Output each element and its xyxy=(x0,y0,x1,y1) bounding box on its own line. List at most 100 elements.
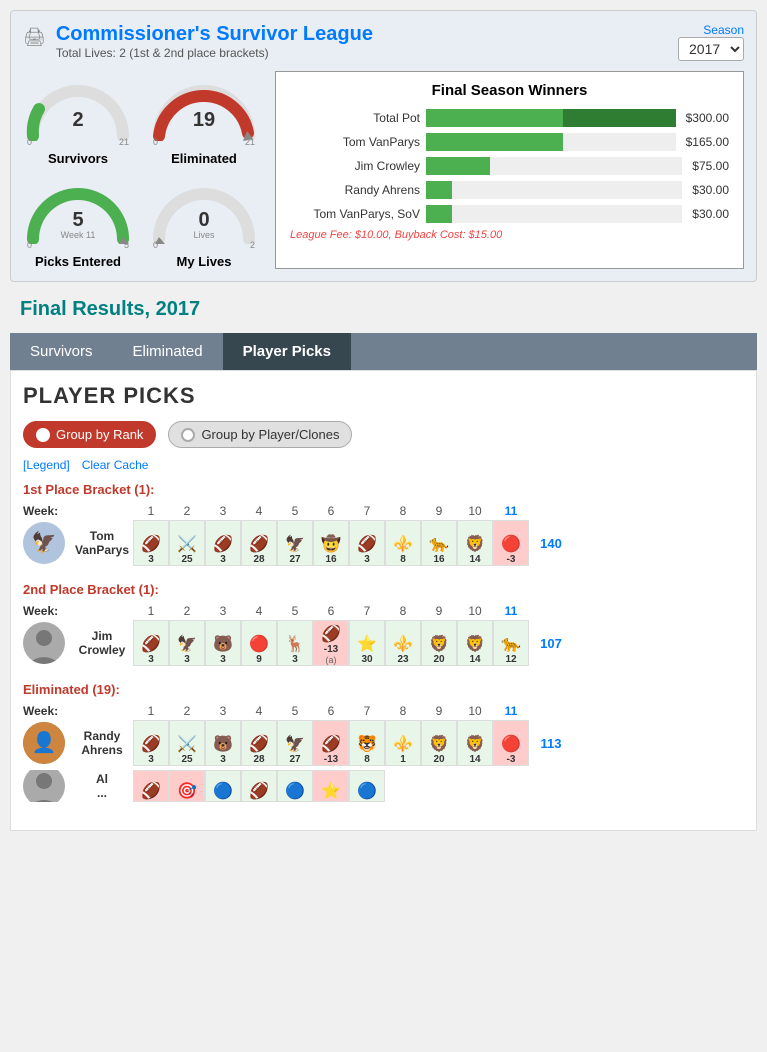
final-results-title: Final Results, 2017 xyxy=(20,298,757,321)
svg-text:5: 5 xyxy=(72,209,83,231)
toggle-group-player[interactable]: Group by Player/Clones xyxy=(168,421,352,448)
pick-al-w7: 🔵 xyxy=(349,770,385,802)
legend-link[interactable]: [Legend] xyxy=(23,458,70,472)
wk4: 4 xyxy=(241,504,277,518)
pick-tom-w3: 🏈 3 xyxy=(205,520,241,566)
gauges-section: 2 0 21 Survivors xyxy=(23,71,259,269)
pick-randy-w2: ⚔️ 25 xyxy=(169,720,205,766)
pick-jim-w9: 🦁 20 xyxy=(421,620,457,666)
chart-label-jim: Jim Crowley xyxy=(290,159,420,173)
toggle-player-label: Group by Player/Clones xyxy=(201,427,339,442)
jim-name: JimCrowley xyxy=(71,629,133,658)
chart-row-tom: Tom VanParys $165.00 xyxy=(290,133,729,151)
dashboard-header: 🖨 Commissioner's Survivor League Total L… xyxy=(23,23,744,61)
bracket-1st-title[interactable]: 1st Place Bracket (1): xyxy=(23,482,744,497)
picks-label: Picks Entered xyxy=(23,254,133,269)
pick-randy-w10: 🦁 14 xyxy=(457,720,493,766)
pick-tom-w1: 🏈 3 xyxy=(133,520,169,566)
pick-tom-w6: 🤠 16 xyxy=(313,520,349,566)
chart-row-randy: Randy Ahrens $30.00 xyxy=(290,181,729,199)
clear-cache-link[interactable]: Clear Cache xyxy=(82,458,149,472)
player-spacer-3: Week: xyxy=(23,703,133,718)
jim-total: 107 xyxy=(529,636,569,651)
bracket-eliminated-title[interactable]: Eliminated (19): xyxy=(23,682,744,697)
chart-value-tom-sov: $30.00 xyxy=(692,207,729,221)
pick-tom-w2: ⚔️ 25 xyxy=(169,520,205,566)
picks-title: PLAYER PICKS xyxy=(23,383,744,409)
tom-avatar: 🦅 xyxy=(23,522,65,564)
tab-player-picks[interactable]: Player Picks xyxy=(223,333,351,370)
lives-gauge: 0 Lives 0 2 My Lives xyxy=(149,174,259,269)
pick-tom-w4: 🏈 28 xyxy=(241,520,277,566)
picks-section: PLAYER PICKS Group by Rank Group by Play… xyxy=(10,370,757,831)
randy-avatar: 👤 xyxy=(23,722,65,764)
randy-picks: 🏈 3 ⚔️ 25 🐻 3 🏈 28 xyxy=(133,720,529,766)
chart-label-tom: Tom VanParys xyxy=(290,135,420,149)
svg-text:19: 19 xyxy=(193,109,215,131)
pick-al-w4: 🏈 xyxy=(241,770,277,802)
chart-value-jim: $75.00 xyxy=(692,159,729,173)
pick-randy-w5: 🦅 27 xyxy=(277,720,313,766)
player-row-al: Al... 🏈 🎯 🔵 🏈 🔵 xyxy=(23,770,744,802)
pick-jim-w5: 🦌 3 xyxy=(277,620,313,666)
randy-name: RandyAhrens xyxy=(71,729,133,758)
chart-value-tom: $165.00 xyxy=(686,135,729,149)
pick-jim-w8: ⚜️ 23 xyxy=(385,620,421,666)
jim-avatar xyxy=(23,622,65,664)
week-numbers-2nd: 1 2 3 4 5 6 7 8 9 10 11 xyxy=(133,604,529,618)
wk9: 9 xyxy=(421,504,457,518)
toggle-row: Group by Rank Group by Player/Clones xyxy=(23,421,744,448)
wk3: 3 xyxy=(205,504,241,518)
chart-label-totalpot: Total Pot xyxy=(290,111,420,125)
tab-survivors[interactable]: Survivors xyxy=(10,333,113,370)
season-select[interactable]: 2017 2016 2015 xyxy=(678,37,744,61)
toggle-dot-rank xyxy=(36,428,50,442)
svg-text:2: 2 xyxy=(72,109,83,131)
toggle-group-rank[interactable]: Group by Rank xyxy=(23,421,156,448)
league-subtitle: Total Lives: 2 (1st & 2nd place brackets… xyxy=(56,46,373,60)
eliminated-gauge: 19 0 21 Eliminated xyxy=(149,71,259,166)
chart-label-randy: Randy Ahrens xyxy=(290,183,420,197)
week-header-1st: Week: 1 2 3 4 5 6 7 8 9 10 11 xyxy=(23,503,744,518)
gauge-ticks-survivors: 0 21 xyxy=(23,137,133,147)
bracket-2nd-title[interactable]: 2nd Place Bracket (1): xyxy=(23,582,744,597)
chart-row-totalpot: Total Pot $300.00 xyxy=(290,109,729,127)
wk6: 6 xyxy=(313,504,349,518)
svg-text:0: 0 xyxy=(198,209,209,231)
league-title: Commissioner's Survivor League xyxy=(56,23,373,46)
al-avatar xyxy=(23,770,65,802)
pick-tom-w5: 🦅 27 xyxy=(277,520,313,566)
wk1: 1 xyxy=(133,504,169,518)
pick-randy-w6: 🏈 -13 xyxy=(313,720,349,766)
pick-randy-w3: 🐻 3 xyxy=(205,720,241,766)
stats-section: 2 0 21 Survivors xyxy=(23,71,744,269)
chart-label-tom-sov: Tom VanParys, SoV xyxy=(290,207,420,221)
toggle-dot-player xyxy=(181,428,195,442)
printer-icon[interactable]: 🖨 xyxy=(23,27,46,48)
pick-randy-w4: 🏈 28 xyxy=(241,720,277,766)
gauges-row-top: 2 0 21 Survivors xyxy=(23,71,259,166)
pick-tom-w7: 🏈 3 xyxy=(349,520,385,566)
chart-footer: League Fee: $10.00, Buyback Cost: $15.00 xyxy=(290,229,729,241)
svg-text:👤: 👤 xyxy=(32,730,57,754)
pick-al-w1: 🏈 xyxy=(133,770,169,802)
season-label: Season xyxy=(703,23,744,37)
winners-chart: Final Season Winners Total Pot $300.00 T… xyxy=(275,71,744,269)
randy-total: 113 xyxy=(529,736,569,751)
tom-picks-1st: 🏈 3 ⚔️ 25 🏈 3 🏈 28 xyxy=(133,520,529,566)
bracket-2nd: 2nd Place Bracket (1): Week: 1 2 3 4 5 6… xyxy=(23,582,744,666)
pick-jim-w7: ⭐ 30 xyxy=(349,620,385,666)
pick-jim-w1: 🏈 3 xyxy=(133,620,169,666)
tab-eliminated[interactable]: Eliminated xyxy=(113,333,223,370)
pick-tom-w8: ⚜️ 8 xyxy=(385,520,421,566)
week-numbers-elim: 1 2 3 4 5 6 7 8 9 10 11 xyxy=(133,704,529,718)
wk5: 5 xyxy=(277,504,313,518)
pick-jim-w3: 🐻 3 xyxy=(205,620,241,666)
chart-row-jim: Jim Crowley $75.00 xyxy=(290,157,729,175)
pick-randy-w11: 🔴 -3 xyxy=(493,720,529,766)
pick-jim-w11: 🐆 12 xyxy=(493,620,529,666)
al-name: Al... xyxy=(71,772,133,801)
picks-gauge: 5 Week 11 0 5 Picks Entered xyxy=(23,174,133,269)
survivors-label: Survivors xyxy=(23,151,133,166)
pick-tom-w10: 🦁 14 xyxy=(457,520,493,566)
